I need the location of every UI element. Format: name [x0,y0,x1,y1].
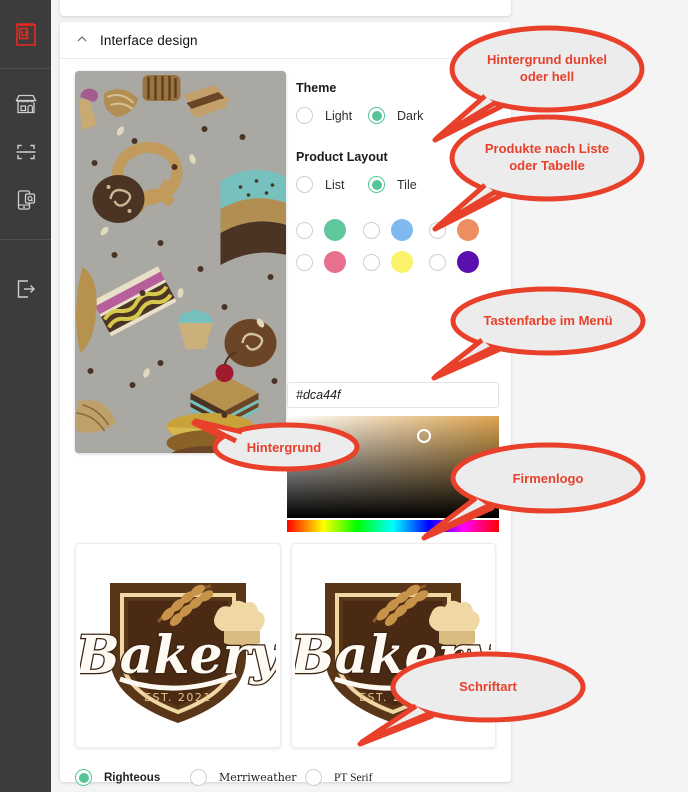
swatch-radio-2[interactable] [362,221,380,239]
callout-background-line1: Hintergrund [246,440,322,455]
swatch-radio-5[interactable] [362,253,380,271]
swatch-color-orange[interactable] [457,219,480,241]
swatch-radio-6[interactable] [429,253,447,271]
card-header[interactable]: Interface design [60,22,511,59]
previous-card-stub [60,0,511,16]
chevron-up-icon[interactable] [76,32,88,44]
callout-product-layout-line1: Produkte nach Liste [484,141,610,156]
radio-checked-icon[interactable] [75,769,92,786]
shopping-bag-icon [13,21,39,47]
callout-product-layout-line2: oder Tabelle [509,158,585,173]
callout-background: Hintergrund [191,418,360,475]
saturation-knob[interactable] [417,429,431,443]
callout-menu-button-color-line1: Tastenfarbe im Menü [483,313,613,328]
font-column-2: Merriweather Inter Montserrat [190,766,305,792]
radio-unchecked-icon[interactable] [305,769,322,786]
product-layout-option-list-label: List [325,177,345,192]
callout-theme-line2: oder hell [519,69,575,84]
product-layout-option-tile-label: Tile [397,177,417,192]
swatch-color-pink[interactable] [324,251,346,273]
font-column-3: PT Serif Roboto [305,766,415,792]
font-label-pt-serif: PT Serif [334,771,373,784]
font-option-merriweather[interactable]: Merriweather [190,766,305,789]
swatch-color-blue[interactable] [390,219,413,241]
swatch-color-purple[interactable] [457,251,480,273]
background-image-preview[interactable] [75,71,286,453]
sidebar-item-app-logo[interactable] [0,0,51,69]
theme-option-light-label: Light [325,108,353,123]
theme-option-dark[interactable]: Dark [368,107,440,124]
radio-unchecked-icon[interactable] [296,176,313,193]
theme-option-dark-label: Dark [397,108,424,123]
sidebar [0,0,51,792]
callout-theme: Hintergrund dunkel oder hell [432,24,647,143]
swatch-color-green[interactable] [324,219,346,241]
swatch-color-yellow[interactable] [390,251,413,273]
font-label-merriweather: Merriweather [219,771,297,784]
product-layout-option-list[interactable]: List [296,176,368,193]
callout-product-layout: Produkte nach Liste oder Tabelle [432,113,647,232]
sidebar-nav-group [0,69,51,240]
theme-option-light[interactable]: Light [296,107,368,124]
color-swatch-grid [296,219,496,273]
radio-unchecked-icon[interactable] [190,769,207,786]
logo-text: Bakery [80,625,276,686]
sidebar-item-device[interactable] [13,187,39,213]
logo-est: EST. 2021 [144,691,212,704]
swatch-pair [296,219,363,241]
bakery-logo-primary[interactable]: Bakery EST. 2021 [75,543,281,748]
color-swatch-row [296,219,496,241]
font-column-1: Righteous Chivo Tahoma [75,766,190,792]
callout-company-logo: Firmenlogo [421,442,648,541]
swatch-radio-1[interactable] [296,221,313,239]
font-label-righteous: Righteous [104,771,161,784]
hex-input[interactable]: #dca44f [287,382,499,408]
swatch-pair [429,251,496,273]
font-option-righteous[interactable]: Righteous [75,766,190,789]
sidebar-item-scan[interactable] [13,139,39,165]
swatch-pair [296,251,363,273]
swatch-radio-4[interactable] [296,253,313,271]
swatch-pair [362,251,430,273]
radio-unchecked-icon[interactable] [296,107,313,124]
radio-checked-icon[interactable] [368,176,385,193]
sidebar-item-logout[interactable] [13,276,39,302]
callout-theme-line1: Hintergrund dunkel [487,52,607,67]
callout-font: Schriftart [357,651,588,747]
page-title: Interface design [100,32,198,48]
sidebar-item-store[interactable] [13,91,39,117]
callout-company-logo-line1: Firmenlogo [512,471,584,486]
app-root: Interface design Theme Light Dark Produc… [0,0,688,792]
color-swatch-row [296,251,496,273]
sidebar-logout-group [0,240,51,302]
font-radio-grid: Righteous Chivo Tahoma [75,766,496,792]
callout-menu-button-color: Tastenfarbe im Menü [431,286,648,381]
font-option-pt-serif[interactable]: PT Serif [305,766,415,789]
callout-font-line1: Schriftart [459,679,517,694]
swatch-pair [362,219,430,241]
radio-checked-icon[interactable] [368,107,385,124]
product-layout-option-tile[interactable]: Tile [368,176,440,193]
